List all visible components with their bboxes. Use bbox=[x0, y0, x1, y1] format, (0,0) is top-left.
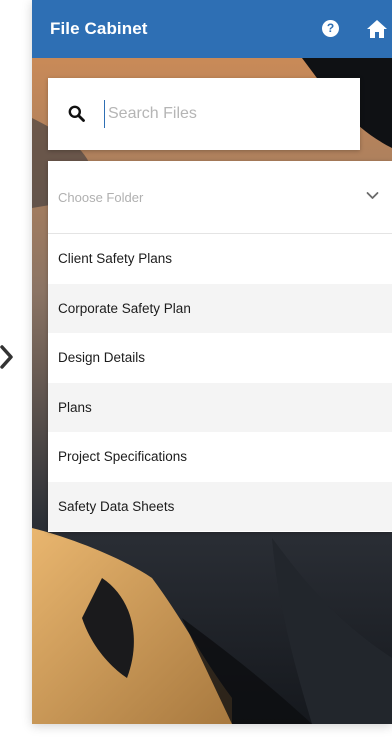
search-input[interactable] bbox=[104, 100, 348, 128]
search-icon bbox=[68, 105, 85, 122]
help-button[interactable]: ? bbox=[322, 20, 339, 37]
search-box bbox=[48, 78, 360, 150]
arrow-right-icon bbox=[0, 345, 13, 369]
phone-screen: File Cabinet ? Choose Folder Client Safe… bbox=[32, 0, 392, 724]
app-header: File Cabinet ? bbox=[32, 0, 392, 58]
folder-item-corporate-safety-plan[interactable]: Corporate Safety Plan bbox=[48, 283, 392, 333]
folder-item-design-details[interactable]: Design Details bbox=[48, 333, 392, 383]
folder-panel: Choose Folder Client Safety Plans Corpor… bbox=[48, 161, 392, 532]
page: File Cabinet ? Choose Folder Client Safe… bbox=[0, 0, 392, 743]
chevron-down-icon bbox=[366, 192, 379, 199]
choose-folder-label: Choose Folder bbox=[58, 190, 144, 205]
choose-folder-dropdown[interactable]: Choose Folder bbox=[48, 161, 392, 234]
folder-item-client-safety-plans[interactable]: Client Safety Plans bbox=[48, 234, 392, 284]
folder-item-project-specifications[interactable]: Project Specifications bbox=[48, 432, 392, 482]
folder-list: Client Safety Plans Corporate Safety Pla… bbox=[48, 234, 392, 531]
folder-item-plans[interactable]: Plans bbox=[48, 382, 392, 432]
home-icon[interactable] bbox=[366, 19, 388, 39]
page-title: File Cabinet bbox=[50, 19, 148, 38]
folder-item-safety-data-sheets[interactable]: Safety Data Sheets bbox=[48, 481, 392, 531]
